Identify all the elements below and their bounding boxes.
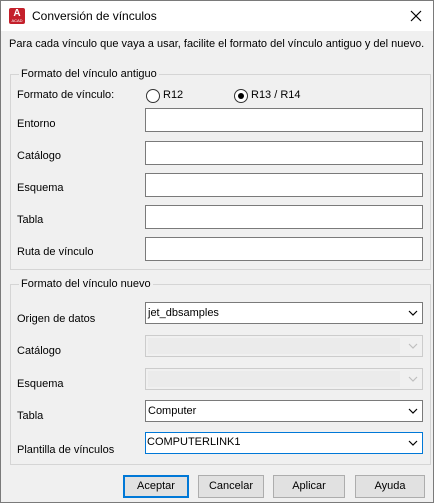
radio-r12[interactable]: [146, 89, 160, 103]
data-source-label: Origen de datos: [17, 313, 96, 325]
new-schema-label: Esquema: [17, 378, 64, 390]
chevron-down-icon: [408, 343, 418, 349]
new-schema-combo[interactable]: [145, 368, 423, 390]
link-template-value: COMPUTERLINK1: [147, 436, 241, 448]
radio-r12-label[interactable]: R12: [163, 89, 183, 101]
close-icon: [410, 10, 422, 22]
help-button[interactable]: Ayuda: [355, 475, 425, 498]
instructions-text: Para cada vínculo que vaya a usar, facil…: [9, 38, 425, 50]
old-catalog-label: Catálogo: [17, 150, 62, 162]
old-catalog-field[interactable]: [145, 141, 423, 165]
link-format-label: Formato de vínculo:: [17, 89, 115, 101]
data-source-value: jet_dbsamples: [148, 307, 219, 319]
combo-disabled-fill: [148, 338, 400, 354]
data-source-combo[interactable]: jet_dbsamples: [145, 302, 423, 324]
old-table-label: Tabla: [17, 214, 44, 226]
old-table-field[interactable]: [145, 205, 423, 229]
new-catalog-label: Catálogo: [17, 345, 62, 357]
close-button[interactable]: [399, 1, 433, 31]
new-link-format-legend: Formato del vínculo nuevo: [19, 278, 153, 290]
radio-r13-r14[interactable]: [234, 89, 248, 103]
new-table-value: Computer: [148, 405, 197, 417]
new-table-combo[interactable]: Computer: [145, 400, 423, 422]
link-path-field[interactable]: [145, 237, 423, 261]
old-link-format-legend: Formato del vínculo antiguo: [19, 68, 159, 80]
chevron-down-icon: [408, 408, 418, 414]
title-bar: A ACAD Conversión de vínculos: [1, 1, 433, 31]
new-catalog-combo[interactable]: [145, 335, 423, 357]
cancel-button[interactable]: Cancelar: [198, 475, 264, 498]
ok-button[interactable]: Aceptar: [123, 475, 189, 498]
combo-disabled-fill: [148, 371, 400, 387]
link-template-combo[interactable]: COMPUTERLINK1: [145, 432, 423, 454]
autocad-app-icon: A ACAD: [9, 8, 25, 24]
window-title: Conversión de vínculos: [32, 9, 157, 23]
old-schema-label: Esquema: [17, 182, 64, 194]
link-template-label: Plantilla de vínculos: [17, 444, 115, 456]
apply-button[interactable]: Aplicar: [273, 475, 345, 498]
radio-r13-r14-label[interactable]: R13 / R14: [251, 89, 301, 101]
link-conversion-dialog: A ACAD Conversión de vínculos Para cada …: [0, 0, 434, 503]
environment-field[interactable]: [145, 108, 423, 132]
chevron-down-icon: [408, 440, 418, 446]
link-path-label: Ruta de vínculo: [17, 246, 94, 258]
radio-selected-dot: [238, 93, 244, 99]
environment-label: Entorno: [17, 118, 56, 130]
chevron-down-icon: [408, 310, 418, 316]
old-schema-field[interactable]: [145, 173, 423, 197]
new-table-label: Tabla: [17, 410, 44, 422]
chevron-down-icon: [408, 376, 418, 382]
